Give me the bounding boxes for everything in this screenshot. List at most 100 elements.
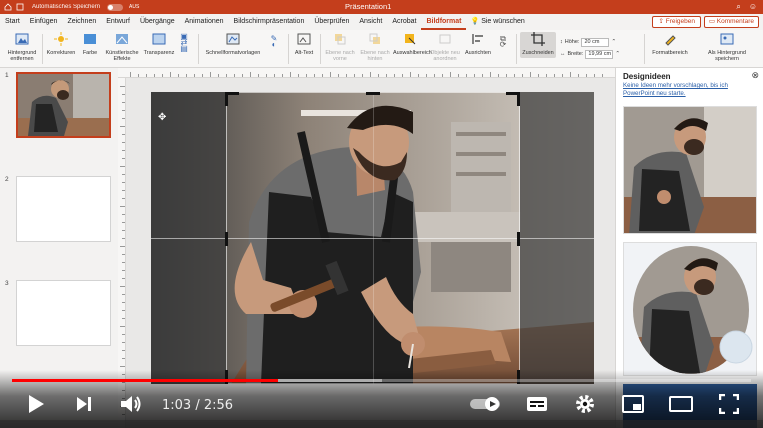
- tab-acrobat[interactable]: Acrobat: [387, 14, 421, 30]
- ruler-tick: [194, 74, 195, 77]
- ribbon-separator: [644, 34, 645, 64]
- height-stepper-icon[interactable]: ⌃: [611, 39, 616, 45]
- design-idea-1[interactable]: [623, 106, 757, 234]
- tab-design[interactable]: Entwurf: [101, 14, 135, 30]
- slide-thumbnail-3[interactable]: [16, 280, 111, 346]
- crop-button[interactable]: Zuschneiden: [520, 32, 556, 58]
- slide-thumbnail-1[interactable]: [16, 72, 111, 138]
- fullscreen-button[interactable]: [714, 392, 744, 416]
- align-button[interactable]: Ausrichten: [463, 32, 493, 56]
- width-field[interactable]: 19,99 cm: [585, 49, 614, 59]
- ruler-tick: [442, 74, 443, 77]
- alt-text-button[interactable]: Alt-Text: [292, 32, 316, 56]
- picture-border-icon[interactable]: ✎ ◐: [266, 35, 282, 49]
- picture-background-icon: [720, 33, 734, 45]
- remove-background-label: Hintergrund entfernen: [7, 50, 37, 62]
- tell-me-search[interactable]: 💡 Sie wünschen: [466, 14, 529, 30]
- play-button[interactable]: [22, 392, 50, 416]
- tab-picture-format[interactable]: Bildformat: [421, 14, 467, 30]
- ruler-tick: [378, 74, 379, 77]
- ruler-tick: [122, 334, 125, 335]
- time-display: 1:03 / 2:56: [162, 398, 234, 413]
- next-button[interactable]: [70, 392, 98, 416]
- tab-review[interactable]: Überprüfen: [309, 14, 354, 30]
- search-icon[interactable]: ⌕: [736, 2, 740, 12]
- miniplayer-button[interactable]: [618, 392, 648, 416]
- settings-button[interactable]: [570, 392, 600, 416]
- crop-handle[interactable]: [506, 92, 520, 95]
- crop-handle[interactable]: [366, 92, 380, 95]
- artistic-effects-button[interactable]: Künstlerische Effekte: [103, 32, 141, 62]
- color-button[interactable]: Farbe: [79, 32, 101, 56]
- tab-draw[interactable]: Zeichnen: [62, 14, 101, 30]
- stop-suggestions-link[interactable]: Keine Ideen mehr vorschlagen, bis ich Po…: [623, 82, 757, 98]
- crop-gridline: [373, 92, 374, 384]
- ruler-tick: [314, 74, 315, 77]
- ruler-tick: [546, 74, 547, 77]
- height-field[interactable]: 20 cm: [581, 37, 610, 47]
- ruler-tick: [120, 366, 125, 367]
- selection-pane-button[interactable]: Auswahlbereich: [393, 32, 432, 56]
- corrections-button[interactable]: Korrekturen: [45, 32, 77, 56]
- save-icon[interactable]: [16, 3, 24, 11]
- send-backward-button[interactable]: Ebene nach hinten: [358, 32, 392, 62]
- status-bar: [0, 420, 763, 428]
- width-label: Breite:: [567, 51, 584, 57]
- slide-canvas[interactable]: ✥: [151, 92, 594, 384]
- crop-handle[interactable]: [225, 92, 239, 95]
- ruler-tick: [234, 74, 235, 77]
- design-idea-2[interactable]: [623, 242, 757, 376]
- subtitles-button[interactable]: [522, 392, 552, 416]
- tab-slideshow[interactable]: Bildschirmpräsentation: [229, 14, 310, 30]
- ruler-tick: [554, 74, 555, 77]
- tab-animations[interactable]: Animationen: [180, 14, 229, 30]
- compress-pictures-icon[interactable]: ▣ ⇄ ▤: [177, 33, 191, 53]
- ruler-tick: [290, 72, 291, 77]
- progress-bar[interactable]: [12, 379, 751, 382]
- selection-pane-icon: [405, 34, 416, 45]
- share-button[interactable]: ⇪ Freigeben: [652, 16, 701, 28]
- home-icon[interactable]: [4, 3, 12, 11]
- ruler-tick: [120, 326, 125, 327]
- ruler-tick: [482, 74, 483, 77]
- ruler-tick: [122, 110, 125, 111]
- send-backward-icon: [369, 33, 380, 44]
- ruler-tick: [122, 134, 125, 135]
- bring-forward-button[interactable]: Ebene nach vorne: [323, 32, 357, 62]
- ruler-tick: [266, 74, 267, 77]
- close-icon[interactable]: ⊗: [751, 70, 759, 81]
- document-title: Präsentation1: [345, 2, 392, 11]
- tab-view[interactable]: Ansicht: [354, 14, 387, 30]
- tab-transitions[interactable]: Übergänge: [135, 14, 180, 30]
- tab-insert[interactable]: Einfügen: [25, 14, 63, 30]
- ribbon-separator: [198, 34, 199, 64]
- share-icon: ⇪: [658, 18, 666, 25]
- autoplay-toggle[interactable]: [468, 392, 504, 416]
- ruler-tick: [122, 350, 125, 351]
- ruler-tick: [426, 74, 427, 77]
- ruler-tick: [410, 72, 411, 77]
- theater-mode-button[interactable]: [666, 392, 696, 416]
- ruler-tick: [466, 74, 467, 77]
- crop-handle[interactable]: [517, 232, 520, 246]
- format-pane-button[interactable]: Formatbereich: [648, 32, 692, 56]
- account-icon[interactable]: ☺: [749, 2, 757, 12]
- mute-button[interactable]: [116, 392, 146, 416]
- autosave-toggle[interactable]: [107, 3, 124, 11]
- comments-button[interactable]: ▭ Kommentare: [703, 16, 759, 28]
- save-as-background-button[interactable]: Als Hintergrund speichern: [700, 32, 754, 62]
- crop-handle[interactable]: [225, 232, 228, 246]
- move-handle-icon[interactable]: ✥: [158, 112, 166, 123]
- ruler-tick: [586, 74, 587, 77]
- ruler-tick: [122, 238, 125, 239]
- ruler-tick: [570, 72, 571, 77]
- remove-background-button[interactable]: Hintergrund entfernen: [4, 32, 40, 62]
- group-rotate-icon[interactable]: ⧉ ⟳: [496, 35, 510, 49]
- slide-thumbnail-2[interactable]: [16, 176, 111, 242]
- width-stepper-icon[interactable]: ⌃: [615, 51, 620, 57]
- rearrange-objects-button[interactable]: Objekte neu anordnen: [428, 32, 462, 62]
- transparency-button[interactable]: Transparenz: [143, 32, 175, 56]
- quick-styles-button[interactable]: Schnellformatvorlagen: [202, 32, 264, 56]
- ruler-tick: [450, 72, 451, 77]
- tab-start[interactable]: Start: [0, 14, 25, 30]
